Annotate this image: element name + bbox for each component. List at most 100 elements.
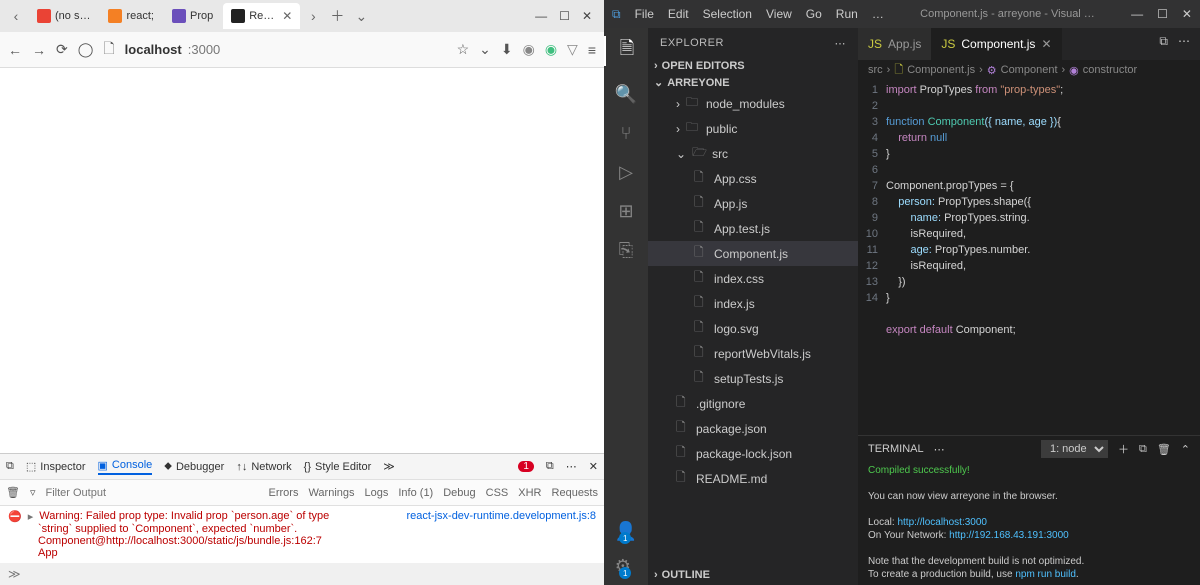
download-icon[interactable]: ⬇	[501, 41, 513, 58]
folder-public[interactable]: ›🗀public	[648, 116, 858, 141]
kill-terminal-icon[interactable]: 🗑	[1157, 443, 1171, 456]
warning-source[interactable]: react-jsx-dev-runtime.development.js:8	[406, 510, 596, 523]
account-icon[interactable]: 👤1	[615, 521, 637, 542]
devtools-more-icon[interactable]: ⋯	[566, 460, 577, 473]
explorer-icon[interactable]: 🗎	[604, 36, 648, 66]
devtools-close-icon[interactable]: ✕	[589, 460, 598, 473]
tab-forward-icon[interactable]: ›	[301, 8, 325, 24]
tab-close-icon[interactable]: ✕	[282, 9, 292, 23]
menu-go[interactable]: Go	[806, 7, 822, 21]
cat-xhr[interactable]: XHR	[518, 487, 541, 499]
file-logo[interactable]: 🗋logo.svg	[648, 316, 858, 341]
breadcrumb[interactable]: src › 🗋 Component.js › ⚙ Component › ◉ c…	[858, 60, 1200, 80]
menu-view[interactable]: View	[766, 7, 792, 21]
devtools-split-icon[interactable]: ⧉	[546, 460, 554, 473]
nav-back-icon[interactable]: ←	[8, 42, 22, 58]
explorer-more-icon[interactable]: ⋯	[835, 37, 847, 50]
cat-errors[interactable]: Errors	[269, 487, 299, 499]
maximize-panel-icon[interactable]: ⌃	[1181, 443, 1190, 456]
terminal-more-icon[interactable]: ⋯	[934, 443, 945, 456]
file-setup[interactable]: 🗋setupTests.js	[648, 366, 858, 391]
devtools-dock-icon[interactable]: ⧉	[6, 460, 14, 473]
url-field[interactable]: localhost:3000	[125, 42, 447, 57]
close-window-icon[interactable]: ✕	[582, 9, 592, 23]
new-terminal-icon[interactable]: ＋	[1118, 441, 1129, 457]
nav-forward-icon[interactable]: →	[32, 42, 46, 58]
inspector-tab[interactable]: ⬚ Inspector	[26, 460, 86, 473]
cat-info[interactable]: Info (1)	[398, 487, 433, 499]
tab-close-icon[interactable]: ✕	[1041, 37, 1051, 51]
expand-icon[interactable]: ▸	[28, 510, 34, 523]
file-app-js[interactable]: 🗋App.js	[648, 191, 858, 216]
tab-prop[interactable]: Prop	[164, 3, 221, 29]
remote-icon[interactable]: ⎘	[619, 240, 633, 261]
console-prompt[interactable]: ≫	[0, 563, 604, 585]
search-icon[interactable]: 🔍	[615, 84, 637, 105]
menu-edit[interactable]: Edit	[668, 7, 689, 21]
file-package-json[interactable]: 🗋package.json	[648, 416, 858, 441]
cat-debug[interactable]: Debug	[443, 487, 475, 499]
tab-stackoverflow[interactable]: react;	[100, 3, 162, 29]
split-terminal-icon[interactable]: ⧉	[1139, 443, 1147, 456]
network-tab[interactable]: ↑↓ Network	[236, 461, 291, 473]
cat-requests[interactable]: Requests	[552, 487, 598, 499]
trash-icon[interactable]: 🗑	[6, 486, 20, 499]
extensions-icon[interactable]: ⊞	[618, 201, 633, 222]
reload-icon[interactable]: ⟳	[56, 41, 68, 58]
editor-tab-component[interactable]: JSComponent.js✕	[931, 28, 1061, 60]
filter-input[interactable]	[46, 487, 188, 499]
new-tab-icon[interactable]: ＋	[325, 6, 349, 26]
file-gitignore[interactable]: 🗋.gitignore	[648, 391, 858, 416]
file-report[interactable]: 🗋reportWebVitals.js	[648, 341, 858, 366]
ext1-icon[interactable]: ◉	[523, 41, 535, 58]
file-component[interactable]: 🗋Component.js	[648, 241, 858, 266]
source-control-icon[interactable]: ⑂	[621, 123, 632, 144]
file-app-css[interactable]: 🗋App.css	[648, 166, 858, 191]
error-count-badge[interactable]: 1	[518, 461, 534, 472]
vscode-close-icon[interactable]: ✕	[1182, 7, 1192, 21]
vscode-maximize-icon[interactable]: ☐	[1157, 7, 1168, 21]
maximize-icon[interactable]: ☐	[559, 9, 570, 23]
cat-warnings[interactable]: Warnings	[308, 487, 354, 499]
folder-src[interactable]: ⌄🗁src	[648, 141, 858, 166]
file-index-css[interactable]: 🗋index.css	[648, 266, 858, 291]
editor-tab-app[interactable]: JSApp.js	[858, 28, 931, 60]
vscode-minimize-icon[interactable]: —	[1131, 7, 1143, 21]
run-debug-icon[interactable]: ▷	[619, 162, 633, 183]
file-package-lock[interactable]: 🗋package-lock.json	[648, 441, 858, 466]
tab-back-icon[interactable]: ‹	[4, 8, 28, 24]
terminal-shell-select[interactable]: 1: node	[1041, 440, 1108, 458]
code-text[interactable]: import PropTypes from "prop-types"; func…	[886, 82, 1200, 435]
root-folder[interactable]: ⌄ARREYONE	[648, 74, 858, 91]
shield-icon[interactable]: ◯	[78, 41, 94, 58]
cat-css[interactable]: CSS	[486, 487, 509, 499]
minimap[interactable]	[1154, 80, 1200, 435]
ext3-icon[interactable]: ▽	[567, 41, 578, 58]
code-editor[interactable]: 1234567891011121314 import PropTypes fro…	[858, 80, 1200, 435]
file-index-js[interactable]: 🗋index.js	[648, 291, 858, 316]
menu-file[interactable]: File	[635, 7, 654, 21]
cat-logs[interactable]: Logs	[365, 487, 389, 499]
menu-more[interactable]: …	[872, 7, 884, 21]
folder-node-modules[interactable]: ›🗀node_modules	[648, 91, 858, 116]
settings-gear-icon[interactable]: ⚙1	[615, 556, 637, 577]
tab-dropdown-icon[interactable]: ⌄	[349, 8, 373, 25]
debugger-tab[interactable]: ⬥ Debugger	[164, 460, 224, 473]
minimize-icon[interactable]: —	[535, 9, 547, 23]
terminal-output[interactable]: Compiled successfully! You can now view …	[858, 462, 1200, 585]
outline-section[interactable]: ›OUTLINE	[648, 565, 858, 585]
bookmark-icon[interactable]: ☆	[457, 41, 470, 58]
tab-gmail[interactable]: (no s…	[29, 3, 98, 29]
tab-react-app[interactable]: Re…✕	[223, 3, 300, 29]
terminal-tab[interactable]: TERMINAL	[868, 443, 924, 455]
pocket-icon[interactable]: ⌄	[479, 41, 491, 58]
devtools-overflow-icon[interactable]: ≫	[383, 460, 395, 473]
menu-selection[interactable]: Selection	[703, 7, 752, 21]
file-app-test[interactable]: 🗋App.test.js	[648, 216, 858, 241]
open-editors-section[interactable]: ›OPEN EDITORS	[648, 58, 858, 74]
style-editor-tab[interactable]: {} Style Editor	[304, 461, 372, 473]
console-tab[interactable]: ▣ Console	[98, 459, 153, 475]
split-editor-icon[interactable]: ⧉	[1159, 34, 1168, 54]
file-readme[interactable]: 🗋README.md	[648, 466, 858, 491]
ext2-icon[interactable]: ◉	[545, 41, 557, 58]
